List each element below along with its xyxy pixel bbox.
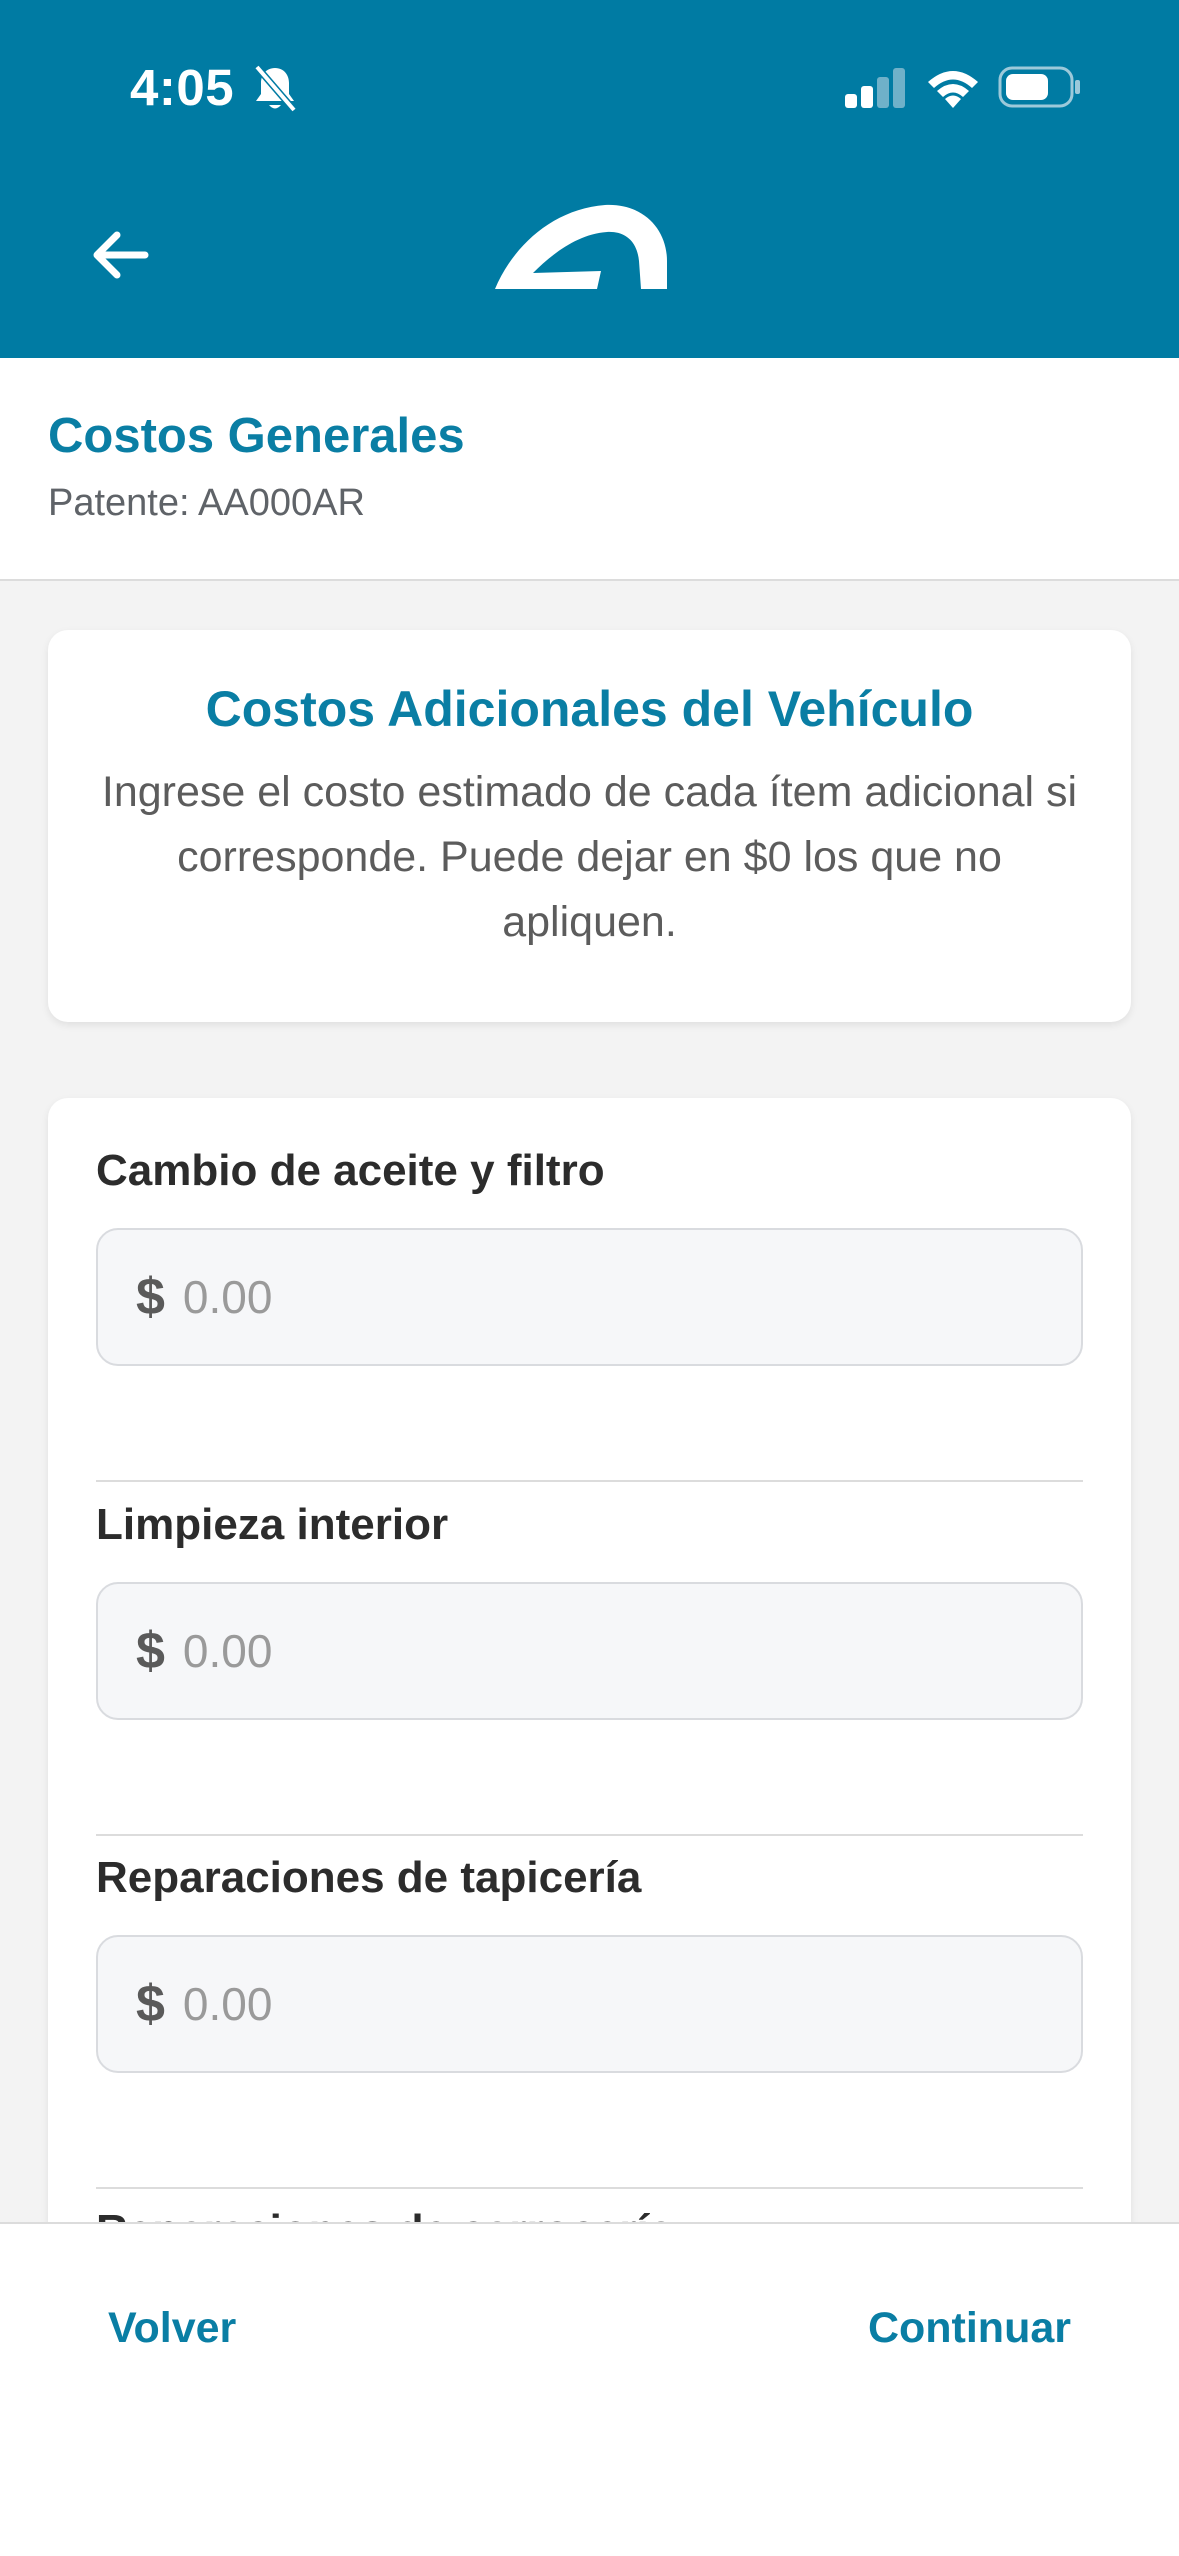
brand-logo (495, 204, 667, 289)
divider (96, 1480, 1083, 1482)
field-label: Cambio de aceite y filtro (96, 1146, 605, 1195)
bell-off-icon (254, 64, 297, 113)
arrow-left-icon (93, 231, 149, 279)
oil-change-cost-input[interactable] (182, 1247, 1003, 1347)
currency-symbol: $ (136, 1268, 165, 1326)
info-card-text: Ingrese el costo estimado de cada ítem a… (101, 768, 1078, 946)
back-text-button[interactable]: Volver (108, 2304, 236, 2353)
upholstery-repair-cost-input[interactable] (182, 1954, 1003, 2054)
continue-button[interactable]: Continuar (868, 2304, 1071, 2353)
form-item-upholstery-repair: Reparaciones de tapicería $ (96, 1853, 1083, 2189)
title-section: Costos Generales Patente: AA000AR (0, 358, 1179, 581)
divider (96, 2187, 1083, 2189)
info-card-title: Costos Adicionales del Vehículo (205, 681, 974, 737)
app-screen: 4:05 Costos Generales Patente: AA000AR C… (0, 0, 1179, 2556)
interior-cleaning-cost-field[interactable]: $ (96, 1582, 1083, 1720)
field-label: Limpieza interior (96, 1500, 449, 1549)
form-item-interior-cleaning: Limpieza interior $ (96, 1500, 1083, 1836)
back-button[interactable] (80, 215, 160, 295)
page-title: Costos Generales (48, 409, 465, 463)
wifi-icon (928, 71, 978, 108)
info-card: Costos Adicionales del Vehículo Ingrese … (48, 630, 1131, 1022)
oil-change-cost-field[interactable]: $ (96, 1228, 1083, 1366)
status-bar: 4:05 (0, 0, 1179, 175)
battery-icon (998, 66, 1080, 108)
upholstery-repair-cost-field[interactable]: $ (96, 1935, 1083, 2073)
divider (96, 1834, 1083, 1836)
signal-icon (845, 68, 905, 108)
currency-symbol: $ (136, 1975, 165, 2033)
bottom-action-bar: Volver Continuar (0, 2222, 1179, 2556)
field-label: Reparaciones de tapicería (96, 1853, 642, 1902)
interior-cleaning-cost-input[interactable] (182, 1601, 1003, 1701)
vehicle-plate: Patente: AA000AR (48, 482, 365, 524)
nav-bar (0, 175, 1179, 358)
status-time: 4:05 (130, 59, 235, 116)
app-header: 4:05 (0, 0, 1179, 358)
form-item-oil-change: Cambio de aceite y filtro $ (96, 1146, 1083, 1482)
currency-symbol: $ (136, 1622, 165, 1680)
